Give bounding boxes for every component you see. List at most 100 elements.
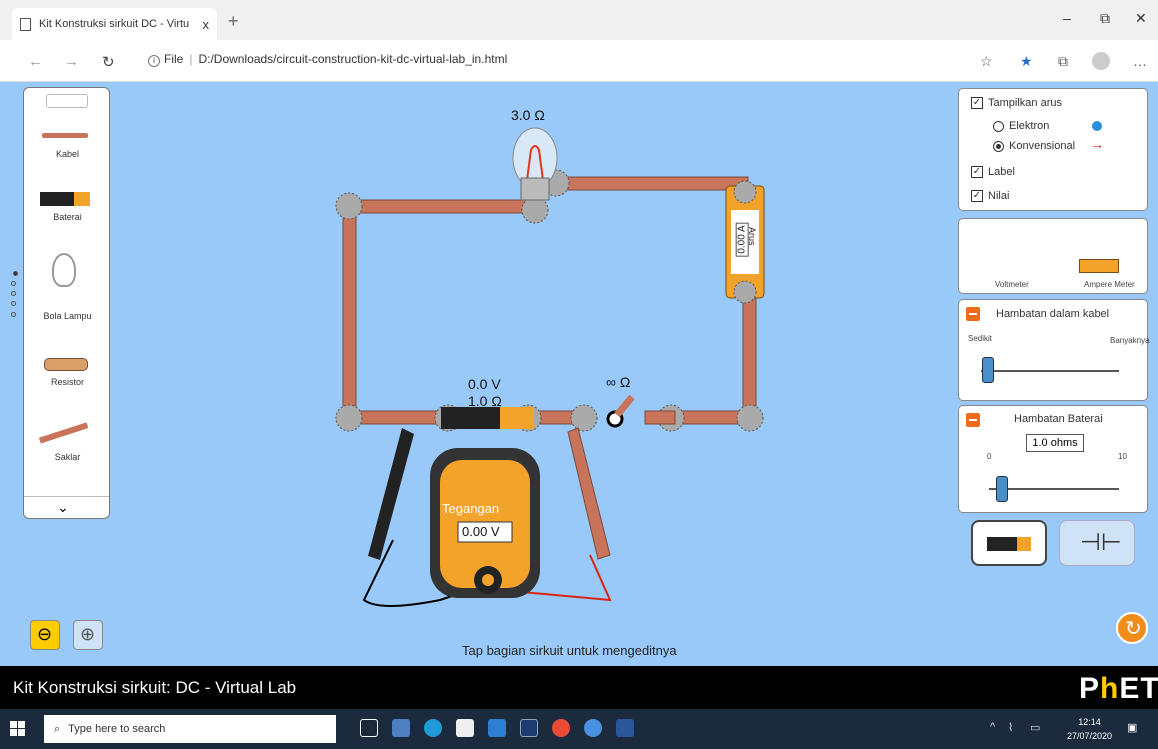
taskbar-search-box[interactable]: ⌕ Type here to search [44,715,336,743]
battery-resistance-min: 0 [987,452,992,461]
junction[interactable] [736,404,764,432]
battery[interactable] [441,407,534,429]
sim-title: Kit Konstruksi sirkuit: DC - Virtual Lab [13,678,297,697]
show-current-checkbox[interactable]: ✓ Tampilkan arus [971,97,1062,109]
tray-chevron-icon[interactable]: ^ [990,721,995,733]
lightbulb-icon[interactable] [52,253,76,287]
junction[interactable] [335,404,363,432]
electron-icon [1092,121,1102,131]
photoshop-icon[interactable] [520,719,538,737]
logo-rest: ET [1119,672,1158,705]
battery-resistance-label: 1.0 Ω [468,393,502,409]
edge-icon[interactable] [424,719,442,737]
values-checkbox[interactable]: ✓ Nilai [971,190,1009,202]
keyboard-icon[interactable]: ▭ [1030,721,1040,734]
electron-radio[interactable]: Elektron [993,120,1049,132]
conventional-radio[interactable]: Konvensional [993,140,1075,152]
voltmeter[interactable] [430,448,540,598]
search-placeholder: Type here to search [68,723,166,735]
collapse-icon[interactable] [966,413,980,427]
search-icon: ⌕ [54,722,61,735]
wire-resistance-min: Sedikit [968,334,993,343]
wire[interactable] [555,176,749,191]
schematic-mode-button[interactable]: ⊣⊢ [1059,520,1135,566]
toolbox-label-bola-lampu: Bola Lampu [43,311,92,321]
chrome-icon[interactable] [552,719,570,737]
store-icon[interactable] [456,719,474,737]
battery-resistance-title: Hambatan Baterai [1014,413,1103,425]
hint-text: Tap bagian sirkuit untuk mengeditnya [462,643,677,658]
notification-icon[interactable]: ▣ [1127,721,1137,734]
switch[interactable] [606,394,676,428]
battery-icon [987,537,1031,551]
values-label: Nilai [988,190,1010,202]
collapse-icon[interactable] [966,307,980,321]
zoom-in-button[interactable]: ⊕ [73,620,103,650]
network-icon[interactable]: ⌇ [1008,721,1013,734]
wire-resistance-slider-thumb[interactable] [981,357,994,383]
battery-icon[interactable] [40,192,90,206]
junction[interactable] [335,192,363,220]
battery-voltage-label: 0.0 V [468,376,501,392]
screen: { "browser": { "tab_title": "Kit Konstru… [0,0,1158,749]
chevron-down-icon: ⌄ [57,499,69,515]
zoom-out-icon: ⊖ [37,624,53,644]
word-icon[interactable] [616,719,634,737]
toolbox-label-resistor: Resistor [50,377,84,387]
zoom-out-button[interactable]: ⊖ [30,620,60,650]
page-indicator-dot[interactable] [11,291,16,296]
task-view-icon[interactable] [360,719,378,737]
taskbar-clock[interactable]: 12:14 27/07/2020 [1067,715,1112,743]
page-indicator-dot[interactable] [11,281,16,286]
battery-resistance-value: 1.0 ohms [1026,434,1084,452]
ammeter-tool-label: Ampere Meter [1084,280,1135,289]
battery-resistance-max: 10 [1118,452,1127,461]
toolbox-label-saklar: Saklar [54,452,81,462]
voltmeter-reading: 0.00 V [462,524,500,539]
voltmeter-tool-label: Voltmeter [995,280,1029,289]
resistor-icon[interactable] [44,358,88,371]
label-option-label: Label [988,166,1015,178]
display-options-panel: ✓ Tampilkan arus Elektron Konvensional → … [958,88,1148,211]
phet-logo[interactable]: PhET [1079,672,1158,706]
ammeter-value: 0.00 A [735,222,749,257]
page-indicator-dot[interactable] [11,301,16,306]
wire-resistance-track[interactable] [981,370,1119,372]
switch-resistance-label: ∞ Ω [606,374,631,390]
battery-resistance-slider-thumb[interactable] [996,476,1008,502]
label-checkbox[interactable]: ✓ Label [971,166,1015,178]
conventional-label: Konvensional [1009,140,1076,152]
junction[interactable] [570,404,598,432]
lifelike-mode-button[interactable] [971,520,1047,566]
battery-resistance-track[interactable] [989,488,1119,490]
reset-button[interactable]: ↻ [1116,612,1148,644]
wire-icon[interactable] [42,133,88,138]
voltmeter-title: Tegangan [442,501,500,516]
wire[interactable] [742,294,757,416]
wire[interactable] [342,199,536,214]
reset-icon: ↻ [1125,618,1142,640]
clock-time: 12:14 [1078,717,1101,727]
toolbox-label-kabel: Kabel [55,149,80,159]
ammeter-tool-icon[interactable] [1079,259,1119,273]
wire[interactable] [342,206,357,418]
arrow-right-icon: → [1090,136,1104,152]
toolbox-label-baterai: Baterai [53,212,82,222]
zoom-in-icon: ⊕ [80,624,96,644]
app-icon[interactable] [392,719,410,737]
sim-footer: Kit Konstruksi sirkuit: DC - Virtual Lab… [0,666,1158,709]
page-indicator-dot[interactable] [13,271,18,276]
scroll-down-button[interactable]: ⌄ [24,496,109,518]
wire-resistance-title: Hambatan dalam kabel [996,308,1110,320]
scroll-up-button[interactable] [46,94,88,108]
logo-p: P [1079,672,1101,705]
windows-start-icon[interactable] [10,721,25,736]
bulb-resistance-label: 3.0 Ω [511,107,545,123]
page-indicator-dot[interactable] [11,312,16,317]
wire-resistance-panel: Hambatan dalam kabel Sedikit Banyaknya [958,299,1150,401]
windows-taskbar: ⌕ Type here to search ^ ⌇ ▭ 12:14 27/07/… [0,709,1158,749]
junction[interactable] [521,196,549,224]
browser-icon[interactable] [584,719,602,737]
mail-icon[interactable] [488,719,506,737]
switch-icon[interactable] [37,418,89,444]
